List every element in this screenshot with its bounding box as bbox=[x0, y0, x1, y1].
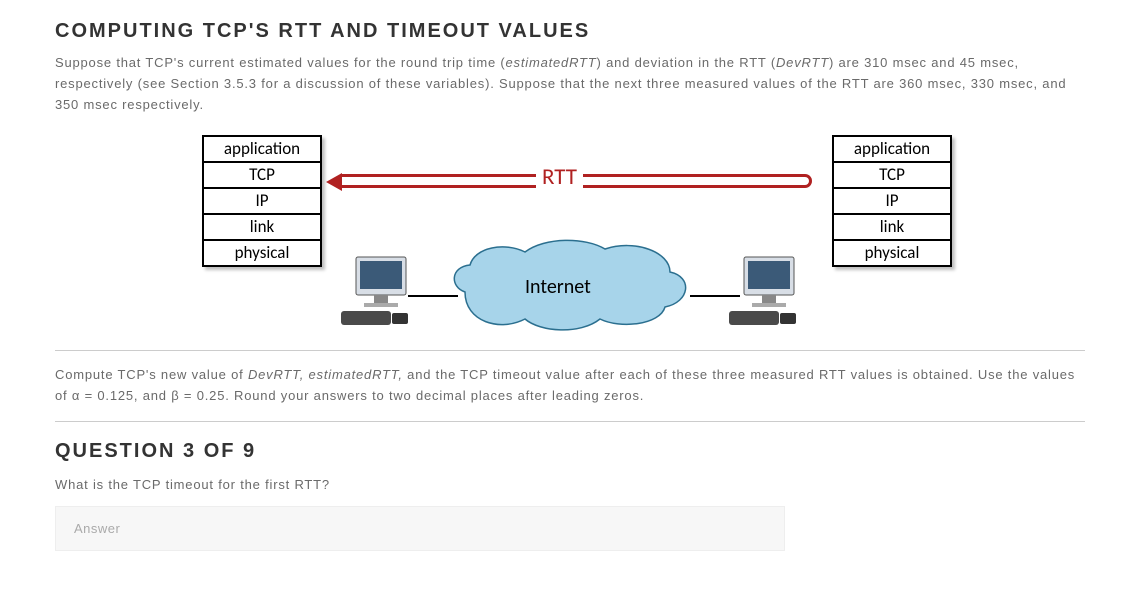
question-heading: QUESTION 3 OF 9 bbox=[55, 440, 1085, 463]
term-devrtt-estimatedrtt: DevRTT, estimatedRTT, bbox=[248, 367, 403, 382]
computer-icon bbox=[728, 255, 808, 330]
layer-link: link bbox=[204, 215, 320, 241]
diagram-container: application TCP IP link physical applica… bbox=[55, 135, 1085, 340]
layer-ip: IP bbox=[834, 189, 950, 215]
protocol-stack-left: application TCP IP link physical bbox=[202, 135, 322, 267]
protocol-stack-right: application TCP IP link physical bbox=[832, 135, 952, 267]
term-devrtt: DevRTT bbox=[776, 55, 829, 70]
layer-ip: IP bbox=[204, 189, 320, 215]
intro-paragraph-2: Compute TCP's new value of DevRTT, estim… bbox=[55, 365, 1085, 407]
divider bbox=[55, 421, 1085, 422]
layer-physical: physical bbox=[204, 241, 320, 265]
question-text: What is the TCP timeout for the first RT… bbox=[55, 477, 1085, 492]
layer-application: application bbox=[204, 137, 320, 163]
layer-physical: physical bbox=[834, 241, 950, 265]
page-title: COMPUTING TCP'S RTT AND TIMEOUT VALUES bbox=[55, 20, 1085, 43]
intro-paragraph-1: Suppose that TCP's current estimated val… bbox=[55, 53, 1085, 115]
internet-label: Internet bbox=[525, 275, 591, 299]
term-estimatedrtt: estimatedRTT bbox=[506, 55, 597, 70]
answer-input[interactable] bbox=[55, 506, 785, 551]
layer-tcp: TCP bbox=[834, 163, 950, 189]
computer-icon bbox=[340, 255, 420, 330]
layer-link: link bbox=[834, 215, 950, 241]
layer-application: application bbox=[834, 137, 950, 163]
rtt-label: RTT bbox=[536, 163, 583, 191]
divider bbox=[55, 350, 1085, 351]
text: Suppose that TCP's current estimated val… bbox=[55, 55, 506, 70]
layer-tcp: TCP bbox=[204, 163, 320, 189]
text: ) and deviation in the RTT ( bbox=[597, 55, 776, 70]
tcp-rtt-diagram: application TCP IP link physical applica… bbox=[160, 135, 980, 340]
text: Compute TCP's new value of bbox=[55, 367, 248, 382]
rtt-arrowhead-icon bbox=[326, 173, 342, 191]
